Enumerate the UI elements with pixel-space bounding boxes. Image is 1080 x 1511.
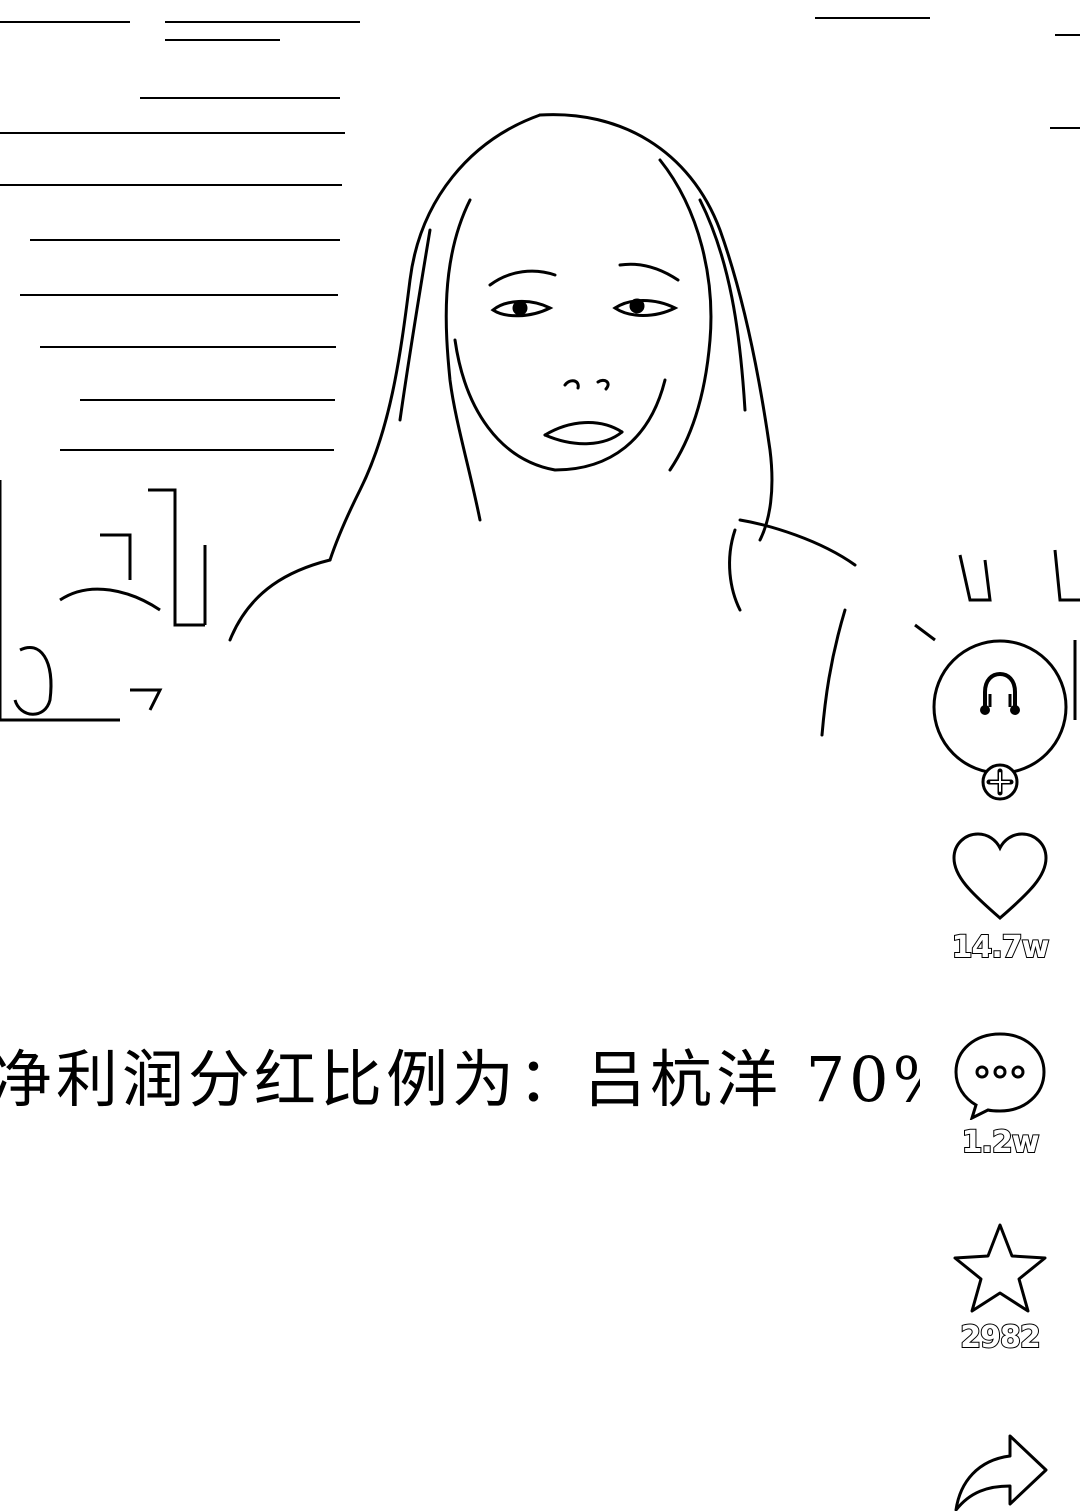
video-frame-image [0,17,1080,737]
heart-icon [952,832,1048,920]
share-button[interactable] [925,1430,1075,1511]
video-player[interactable] [0,0,1080,1511]
favorite-count: 2982 [959,1320,1042,1356]
avatar-icon [932,639,1068,775]
follow-plus-icon[interactable] [980,762,1020,802]
author-avatar-button[interactable] [930,622,1070,801]
favorite-button[interactable]: 2982 [925,1220,1075,1356]
comment-bubble-icon [954,1032,1046,1120]
like-button[interactable]: 14.7w [925,830,1075,966]
share-arrow-icon [954,1434,1048,1511]
star-icon [953,1223,1047,1313]
comment-count: 1.2w [961,1125,1041,1161]
like-count: 14.7w [951,930,1051,966]
video-caption: 净利润分红比例为：吕杭洋 70%，说 [0,1043,920,1116]
comment-button[interactable]: 1.2w [925,1028,1075,1161]
action-rail: 14.7w 1.2w 2982 [925,600,1075,1511]
